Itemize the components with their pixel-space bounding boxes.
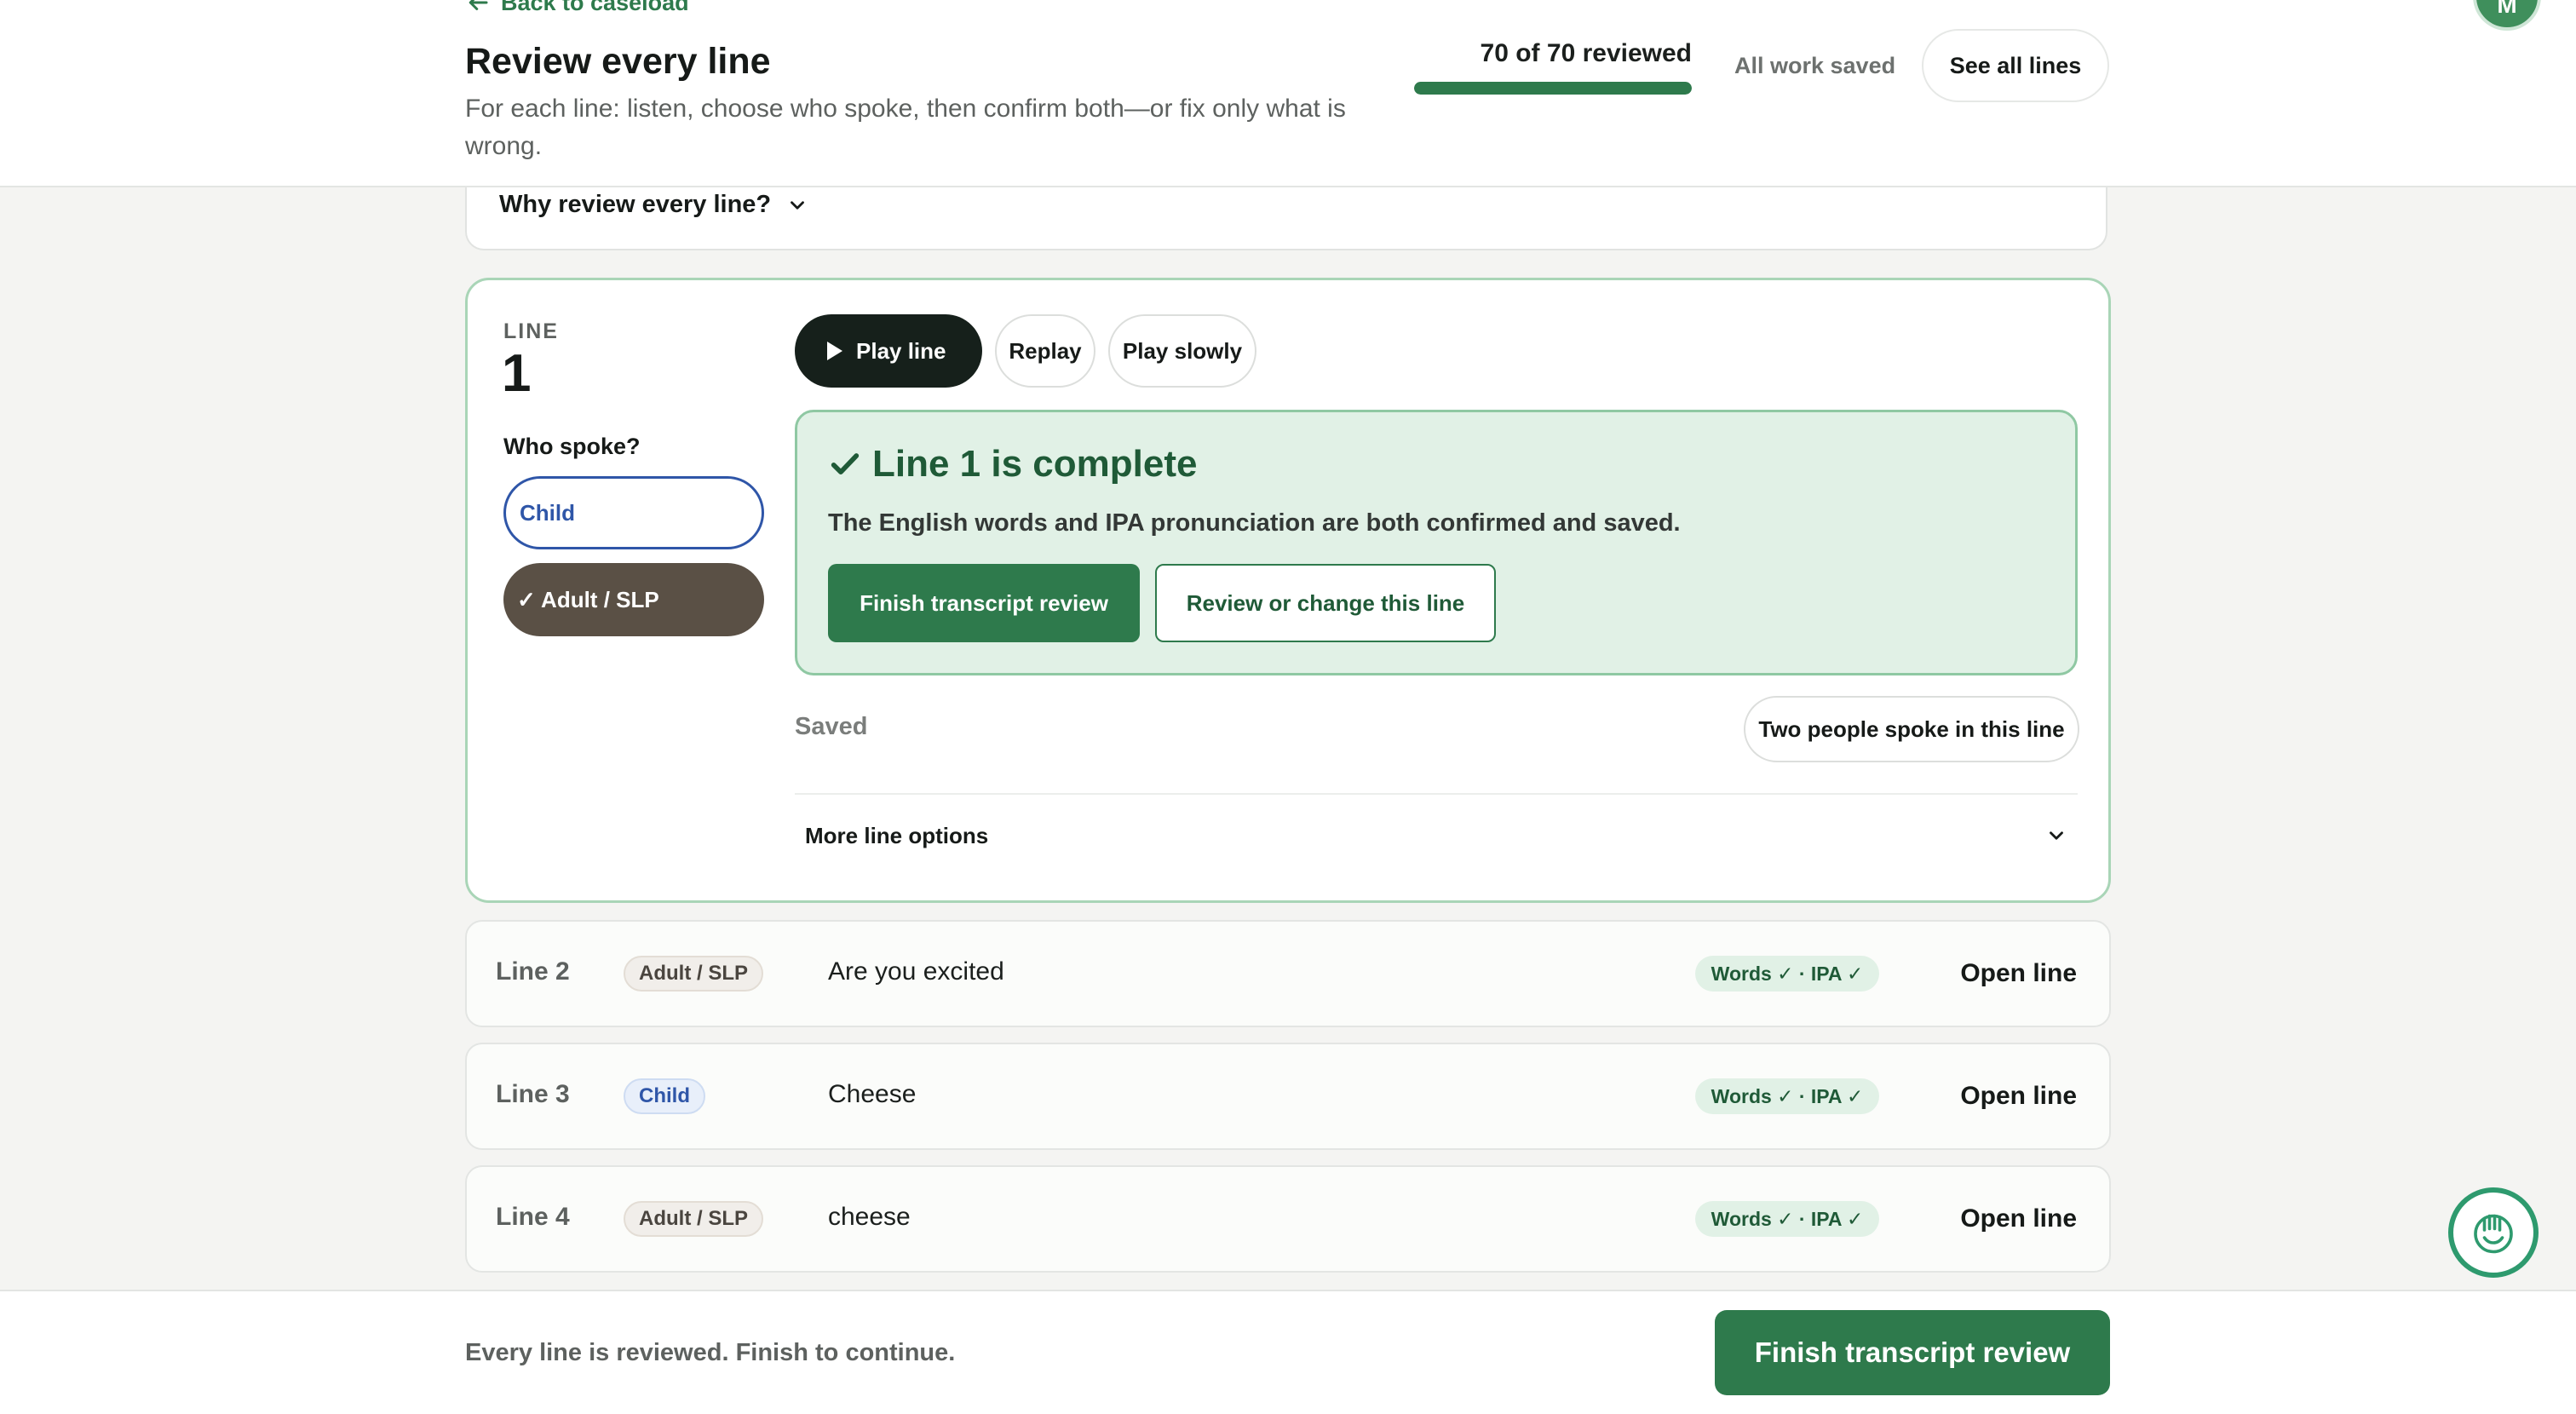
- finish-transcript-review-button[interactable]: Finish transcript review: [828, 564, 1140, 642]
- line-status-badge: Words ✓ · IPA ✓: [1695, 956, 1879, 992]
- line-complete-panel: Line 1 is complete The English words and…: [795, 410, 2078, 675]
- line-complete-heading: Line 1 is complete: [872, 443, 1198, 485]
- line-row-text: Are you excited: [828, 957, 1004, 986]
- line-row[interactable]: Line 3 Child Cheese Words ✓ · IPA ✓ Open…: [465, 1043, 2111, 1150]
- back-link-label: Back to caseload: [501, 0, 689, 15]
- speaker-adult-button[interactable]: ✓ Adult / SLP: [503, 563, 764, 636]
- line-saved-status: Saved: [795, 713, 868, 740]
- speaker-child-button[interactable]: Child: [503, 476, 764, 549]
- assistant-icon: [2474, 1214, 2513, 1254]
- line-eyebrow: LINE: [503, 319, 559, 343]
- line-status-badge: Words ✓ · IPA ✓: [1695, 1201, 1879, 1237]
- line-row-label: Line 2: [496, 957, 570, 986]
- page-footer: Every line is reviewed. Finish to contin…: [0, 1290, 2576, 1414]
- progress-bar: [1414, 82, 1692, 95]
- chevron-down-icon: [791, 200, 805, 210]
- arrow-left-icon: [469, 0, 488, 10]
- review-progress: 70 of 70 reviewed: [1414, 39, 1692, 95]
- chevron-down-icon: [2050, 831, 2063, 840]
- play-icon: [827, 342, 842, 360]
- page-subtitle: For each line: listen, choose who spoke,…: [465, 95, 1346, 160]
- line-row[interactable]: Line 2 Adult / SLP Are you excited Words…: [465, 920, 2111, 1027]
- line-row-text: cheese: [828, 1203, 911, 1231]
- assistant-button[interactable]: [2448, 1187, 2539, 1278]
- replay-button[interactable]: Replay: [995, 314, 1095, 388]
- play-slowly-button[interactable]: Play slowly: [1108, 314, 1256, 388]
- save-status: All work saved: [1734, 53, 1896, 78]
- check-icon: [831, 453, 860, 474]
- more-line-options-toggle[interactable]: More line options: [795, 795, 2078, 877]
- active-line-card: LINE 1 Who spoke? Child ✓ Adult / SLP Pl…: [465, 278, 2111, 903]
- play-line-button[interactable]: Play line: [795, 314, 982, 388]
- open-line-button[interactable]: Open line: [1955, 949, 2082, 998]
- line-row-text: Cheese: [828, 1080, 917, 1108]
- see-all-lines-button[interactable]: See all lines: [1922, 29, 2109, 102]
- play-line-label: Play line: [856, 337, 946, 364]
- avatar-initial: M: [2497, 0, 2517, 18]
- speaker-badge: Adult / SLP: [624, 1201, 763, 1237]
- footer-message: Every line is reviewed. Finish to contin…: [465, 1339, 956, 1366]
- page-title: Review every line: [465, 41, 771, 82]
- more-line-options-label: More line options: [805, 822, 989, 848]
- user-avatar[interactable]: M: [2473, 0, 2541, 31]
- back-to-caseload-link[interactable]: Back to caseload: [465, 0, 689, 17]
- speaker-badge: Adult / SLP: [624, 956, 763, 992]
- review-change-line-button[interactable]: Review or change this line: [1155, 564, 1496, 642]
- two-people-spoke-button[interactable]: Two people spoke in this line: [1744, 696, 2079, 762]
- why-review-toggle[interactable]: Why review every line?: [499, 191, 808, 219]
- line-complete-title: Line 1 is complete: [828, 443, 1197, 486]
- line-row-label: Line 3: [496, 1080, 570, 1108]
- line-number: 1: [502, 344, 532, 403]
- speaker-badge: Child: [624, 1078, 705, 1114]
- line-row[interactable]: Line 4 Adult / SLP cheese Words ✓ · IPA …: [465, 1165, 2111, 1273]
- line-complete-description: The English words and IPA pronunciation …: [828, 509, 1681, 537]
- progress-bar-fill: [1414, 82, 1692, 95]
- why-review-label: Why review every line?: [499, 191, 772, 218]
- page-header: Back to caseload Review every line For e…: [0, 0, 2576, 187]
- line-status-badge: Words ✓ · IPA ✓: [1695, 1078, 1879, 1114]
- who-spoke-label: Who spoke?: [503, 434, 641, 459]
- line-row-label: Line 4: [496, 1203, 570, 1231]
- progress-label: 70 of 70 reviewed: [1480, 39, 1692, 67]
- open-line-button[interactable]: Open line: [1955, 1072, 2082, 1121]
- open-line-button[interactable]: Open line: [1955, 1194, 2082, 1244]
- footer-finish-review-button[interactable]: Finish transcript review: [1715, 1310, 2110, 1395]
